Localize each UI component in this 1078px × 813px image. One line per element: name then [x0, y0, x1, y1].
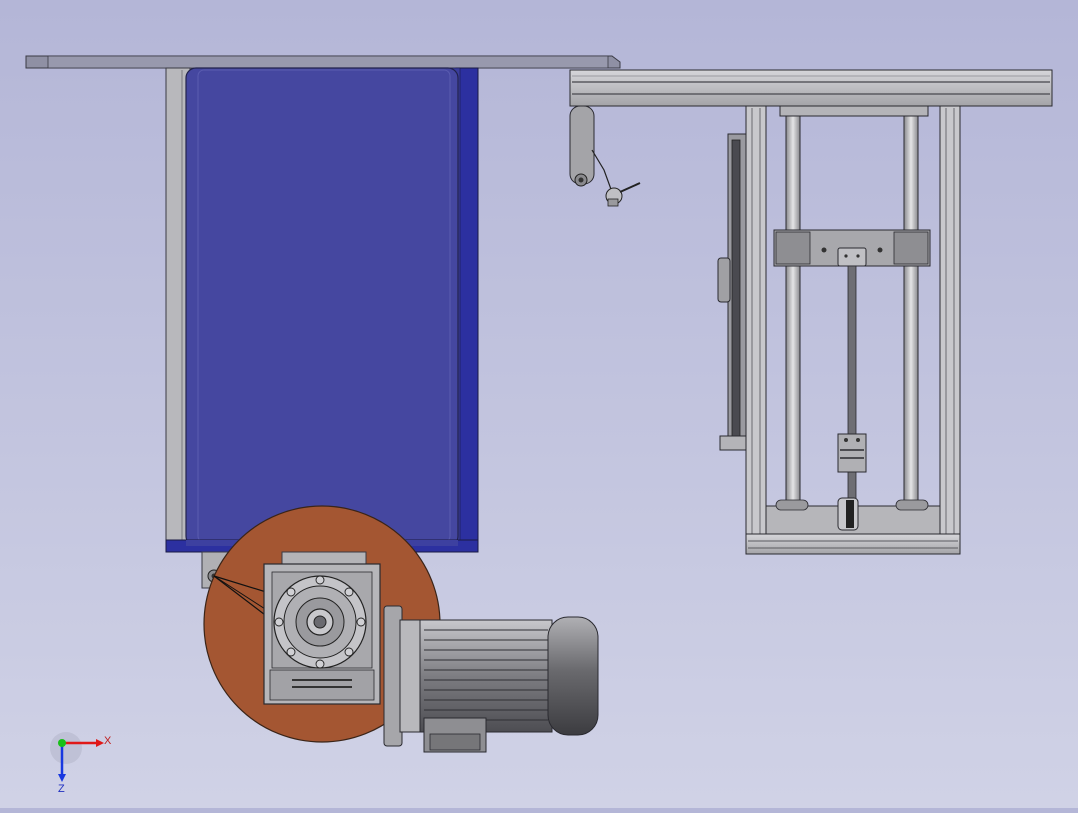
frame-upright-right: [939, 105, 961, 551]
hopper-bin: [185, 67, 459, 547]
motor-flange: [383, 605, 403, 747]
drive-assembly[interactable]: [201, 505, 599, 753]
lead-screw: [847, 265, 857, 515]
pivot-arm: [569, 105, 595, 185]
orientation-triad: X Z: [50, 732, 112, 795]
frame-upright-left: [745, 105, 767, 551]
screw-clamp-block: [837, 433, 867, 473]
motor-fan-cover: [547, 616, 599, 736]
guide-rod-left: [785, 115, 801, 535]
electric-motor: [419, 619, 553, 733]
bottom-aluminum-beam: [745, 533, 961, 555]
lift-frame-assembly[interactable]: [569, 69, 1053, 555]
gearbox-mount: [281, 551, 367, 565]
carriage-plate: [773, 229, 931, 267]
guide-rod-right: [903, 115, 919, 535]
hopper-assembly[interactable]: [25, 55, 621, 553]
top-aluminum-beam: [569, 69, 1053, 107]
triad-x-label: X: [104, 735, 112, 747]
cad-model-view: X Z: [25, 55, 1053, 795]
triad-origin-sphere: [50, 732, 82, 764]
triad-x-arrowhead: [96, 739, 104, 747]
triad-y-axis: [58, 739, 66, 747]
cad-graphics-area[interactable]: X Z: [0, 0, 1078, 808]
proximity-sensor: [605, 182, 641, 207]
triad-z-arrowhead: [58, 774, 66, 782]
triad-z-label: Z: [58, 783, 65, 795]
